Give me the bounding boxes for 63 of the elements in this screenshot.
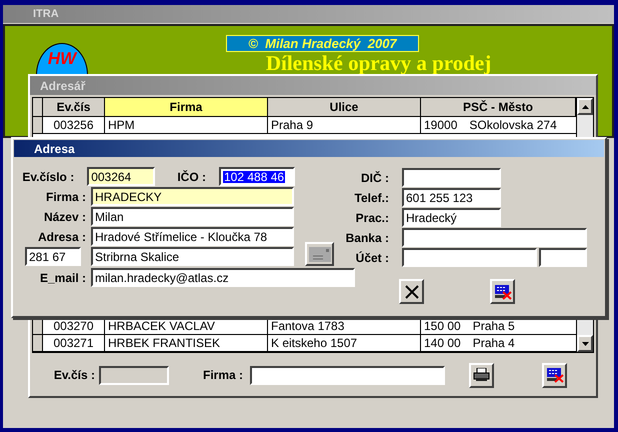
field-label: Adresa : [36, 228, 86, 246]
down-arrow-icon [582, 342, 588, 346]
field-label: Název : [42, 208, 86, 226]
nazev-field[interactable]: Milan [91, 207, 294, 226]
field-label: Firma : [203, 368, 244, 382]
table-cell: K eitskeho 1507 [268, 335, 421, 351]
city-field[interactable]: Stribrna Skalice [91, 247, 294, 266]
delete-record-icon [546, 367, 564, 383]
table-cell: 19000 [424, 117, 458, 133]
window-title: ITRA [33, 6, 59, 22]
field-label: E_mail : [38, 270, 86, 286]
delete-record-icon [494, 284, 512, 300]
firma-field[interactable]: HRADECKY [91, 187, 294, 206]
ev-number-field[interactable]: 003264 [87, 167, 156, 186]
close-icon [404, 284, 418, 298]
table-cell: 140 00 [424, 335, 461, 351]
dialog-title: Adresa [34, 140, 75, 158]
postal-code-field[interactable]: 281 67 [25, 247, 81, 266]
headline: Dílenské opravy a prodej [266, 52, 492, 74]
copyright-label: © Milan Hradecký 2007 [226, 35, 419, 52]
prac-field[interactable]: Hradecký [402, 208, 501, 227]
ev-filter-field[interactable] [99, 366, 169, 384]
up-arrow-icon [582, 104, 588, 108]
telef-field[interactable]: 601 255 123 [402, 188, 501, 207]
table-cell: 003271 [43, 335, 105, 351]
field-label: Ev.čís : [52, 367, 95, 384]
field-label: Firma : [44, 188, 86, 206]
table-cell: 003256 [43, 117, 105, 133]
field-label: Účet : [354, 250, 389, 266]
column-header[interactable]: Firma [105, 98, 268, 116]
ico-field[interactable]: 102 488 46 [219, 167, 295, 186]
field-label: Banka : [344, 230, 389, 246]
scroll-up-button[interactable] [577, 98, 593, 115]
row-selector[interactable] [33, 335, 43, 351]
email-field[interactable]: milan.hradecky@atlas.cz [91, 268, 355, 287]
bank-field[interactable] [402, 228, 587, 247]
scroll-down-button[interactable] [577, 335, 593, 352]
field-label: DIČ : [360, 170, 389, 186]
table-cell: Praha 5 [472, 318, 515, 334]
field-label: Prac.: [354, 210, 389, 226]
envelope-icon [308, 246, 330, 262]
field-label: IČO : [176, 168, 206, 186]
window-title: Adresář [40, 78, 86, 94]
dic-field[interactable] [402, 168, 501, 187]
row-selector[interactable] [33, 117, 43, 133]
bank-code-field[interactable] [539, 248, 587, 267]
table-cell: SOkolovska 274 [469, 117, 557, 133]
table-cell: Praha 9 [268, 117, 421, 133]
envelope-button[interactable] [305, 242, 334, 266]
table-cell: 150 00 [424, 318, 461, 334]
table-cell: HPM [105, 117, 268, 133]
printer-icon [473, 368, 490, 382]
table-cell: Praha 4 [472, 335, 515, 351]
account-field[interactable] [402, 248, 537, 267]
adresa-field[interactable]: Hradové Střímelice - Kloučka 78 [91, 227, 294, 246]
firma-filter-field[interactable] [250, 366, 446, 384]
field-label: Ev.číslo : [21, 168, 74, 186]
delete-button[interactable] [490, 279, 515, 304]
table-cell: HRBEK FRANTISEK [105, 335, 268, 351]
cancel-button[interactable] [399, 279, 424, 304]
field-label: Telef.: [354, 190, 389, 206]
print-button[interactable] [469, 362, 494, 388]
delete-button[interactable] [542, 362, 568, 388]
